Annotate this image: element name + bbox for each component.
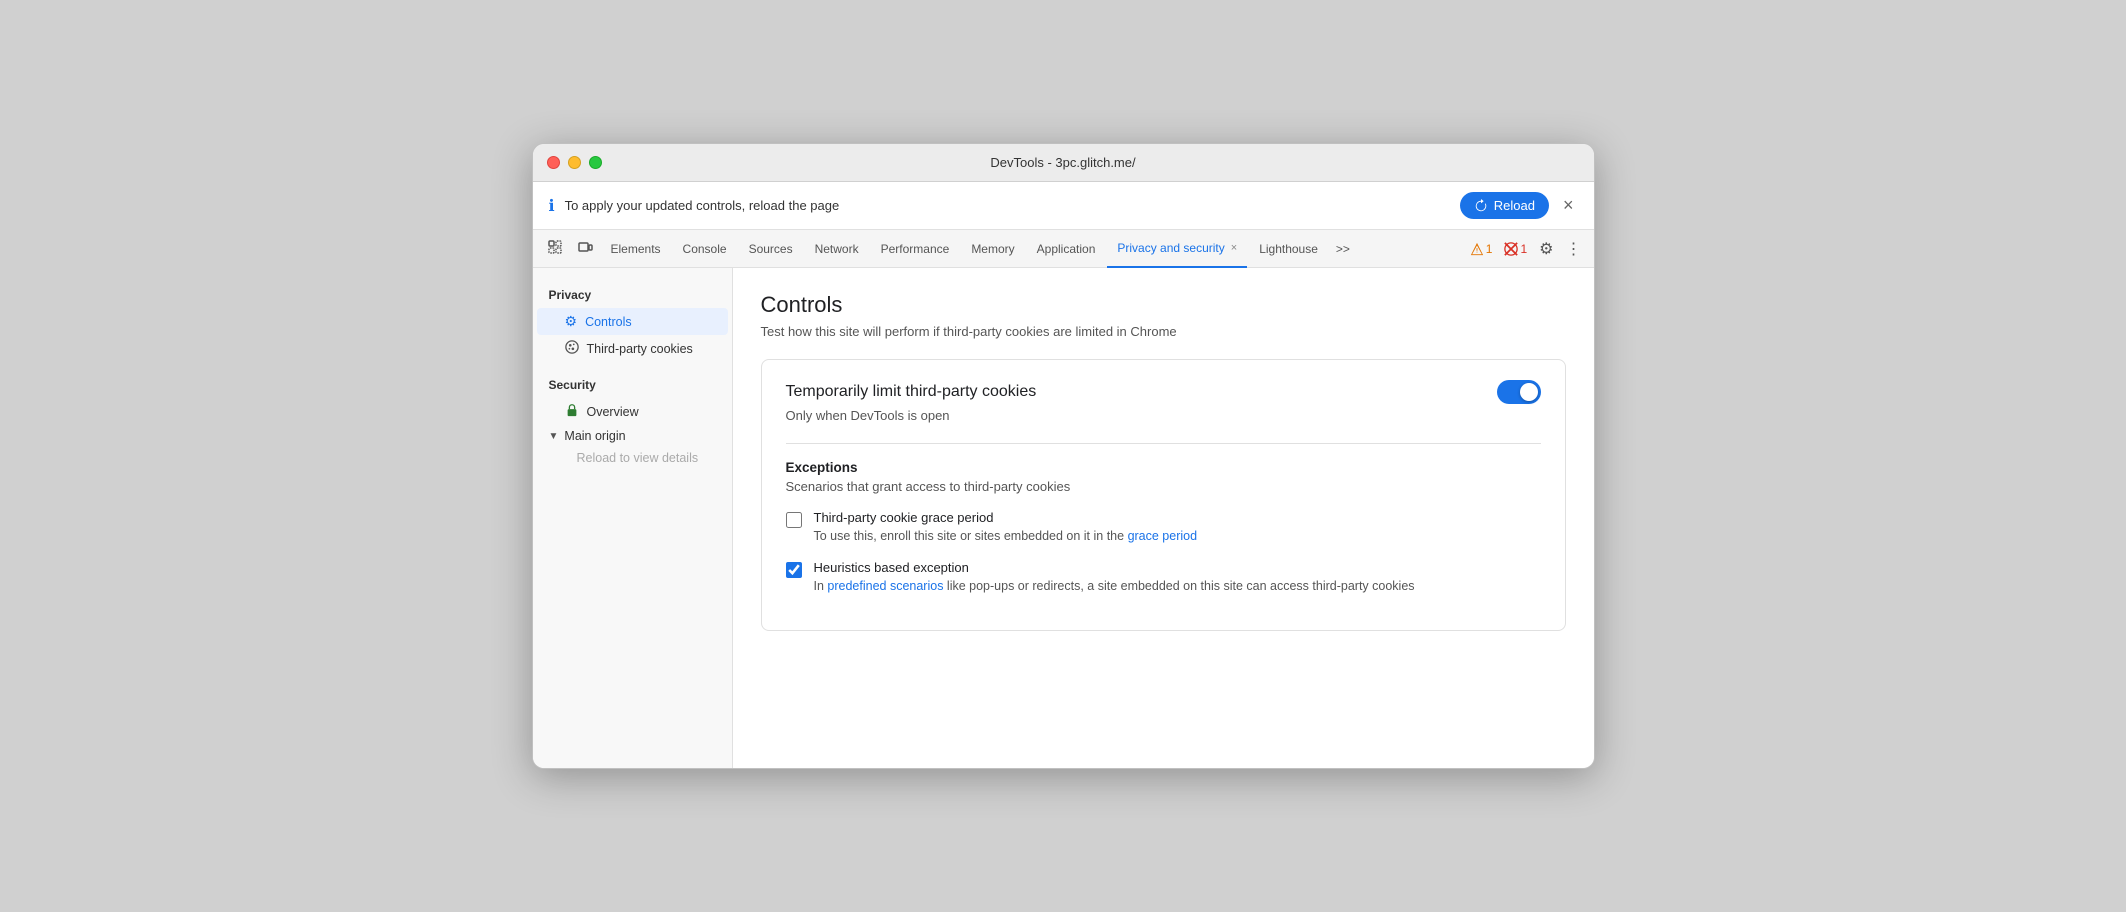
close-tab-icon[interactable]: × <box>1231 242 1237 254</box>
maximize-window-button[interactable] <box>589 156 602 169</box>
heuristics-content: Heuristics based exception In predefined… <box>814 560 1415 596</box>
tab-lighthouse-label: Lighthouse <box>1259 242 1318 256</box>
tab-bar-right: 1 1 ⚙ ⋮ <box>1466 235 1586 263</box>
sidebar-item-controls[interactable]: ⚙ Controls <box>537 308 728 335</box>
lock-icon <box>565 403 579 420</box>
tab-privacy-security-label: Privacy and security <box>1117 241 1224 255</box>
page-subtitle: Test how this site will perform if third… <box>761 324 1566 339</box>
info-icon: ℹ <box>549 196 555 216</box>
settings-button[interactable]: ⚙ <box>1535 235 1557 263</box>
sidebar-item-controls-label: Controls <box>585 315 632 329</box>
sidebar-item-main-origin-label: Main origin <box>564 429 625 443</box>
grace-period-checkbox[interactable] <box>786 512 802 528</box>
select-element-button[interactable] <box>541 235 569 262</box>
tab-network-label: Network <box>815 242 859 256</box>
tab-memory[interactable]: Memory <box>961 230 1024 268</box>
page-title: Controls <box>761 292 1566 318</box>
exception-item-heuristics: Heuristics based exception In predefined… <box>786 560 1541 596</box>
reload-icon <box>1474 199 1488 213</box>
title-bar: DevTools - 3pc.glitch.me/ <box>533 144 1594 182</box>
tab-memory-label: Memory <box>971 242 1014 256</box>
sidebar-section-security: Security <box>533 374 732 396</box>
sidebar-item-overview[interactable]: Overview <box>533 398 732 425</box>
error-badge: 1 <box>1500 240 1531 258</box>
device-toggle-button[interactable] <box>571 235 599 262</box>
tab-application[interactable]: Application <box>1027 230 1106 268</box>
devtools-window: DevTools - 3pc.glitch.me/ ℹ To apply you… <box>532 143 1595 769</box>
tab-console-label: Console <box>683 242 727 256</box>
card-header: Temporarily limit third-party cookies <box>786 380 1541 404</box>
arrow-down-icon: ▼ <box>549 431 559 442</box>
heuristics-desc-after: like pop-ups or redirects, a site embedd… <box>943 579 1414 593</box>
tab-application-label: Application <box>1037 242 1096 256</box>
content-area: Controls Test how this site will perform… <box>733 268 1594 768</box>
reload-banner: ℹ To apply your updated controls, reload… <box>533 182 1594 230</box>
sidebar-item-third-party-cookies[interactable]: Third-party cookies <box>533 335 732 362</box>
close-window-button[interactable] <box>547 156 560 169</box>
limit-cookies-toggle[interactable] <box>1497 380 1541 404</box>
tab-elements-label: Elements <box>611 242 661 256</box>
warning-badge: 1 <box>1466 240 1497 258</box>
more-tabs-button[interactable]: >> <box>1330 238 1356 260</box>
grace-period-content: Third-party cookie grace period To use t… <box>814 510 1198 546</box>
tab-sources-label: Sources <box>749 242 793 256</box>
reload-to-view-label: Reload to view details <box>577 451 699 465</box>
tab-sources[interactable]: Sources <box>739 230 803 268</box>
heuristics-link[interactable]: predefined scenarios <box>827 579 943 593</box>
heuristics-desc-before: In <box>814 579 828 593</box>
tab-lighthouse[interactable]: Lighthouse <box>1249 230 1328 268</box>
error-count: 1 <box>1520 242 1527 256</box>
main-layout: Privacy ⚙ Controls Third-party cookies <box>533 268 1594 768</box>
grace-period-desc: To use this, enroll this site or sites e… <box>814 527 1198 546</box>
heuristics-title: Heuristics based exception <box>814 560 1415 575</box>
card-description: Only when DevTools is open <box>786 408 1541 423</box>
grace-period-link[interactable]: grace period <box>1128 529 1198 543</box>
reload-button-label: Reload <box>1494 198 1535 213</box>
banner-text: To apply your updated controls, reload t… <box>565 198 1450 213</box>
sidebar-item-reload-to-view: Reload to view details <box>533 447 732 469</box>
sidebar-item-overview-label: Overview <box>587 405 639 419</box>
tab-performance-label: Performance <box>881 242 950 256</box>
sidebar-section-privacy: Privacy <box>533 284 732 306</box>
banner-close-button[interactable]: × <box>1559 195 1578 216</box>
grace-period-title: Third-party cookie grace period <box>814 510 1198 525</box>
sidebar-item-main-origin[interactable]: ▼ Main origin <box>533 425 732 447</box>
traffic-lights <box>547 156 602 169</box>
sidebar: Privacy ⚙ Controls Third-party cookies <box>533 268 733 768</box>
cookie-icon <box>565 340 579 357</box>
tab-bar: Elements Console Sources Network Perform… <box>533 230 1594 268</box>
exception-item-grace-period: Third-party cookie grace period To use t… <box>786 510 1541 546</box>
tab-network[interactable]: Network <box>805 230 869 268</box>
sidebar-item-third-party-cookies-label: Third-party cookies <box>587 342 693 356</box>
heuristics-desc: In predefined scenarios like pop-ups or … <box>814 577 1415 596</box>
tab-privacy-security[interactable]: Privacy and security × <box>1107 230 1247 268</box>
minimize-window-button[interactable] <box>568 156 581 169</box>
heuristics-checkbox[interactable] <box>786 562 802 578</box>
window-title: DevTools - 3pc.glitch.me/ <box>990 155 1135 170</box>
tab-console[interactable]: Console <box>673 230 737 268</box>
exceptions-section: Exceptions Scenarios that grant access t… <box>786 443 1541 596</box>
grace-period-desc-before: To use this, enroll this site or sites e… <box>814 529 1128 543</box>
exceptions-title: Exceptions <box>786 460 1541 475</box>
warning-count: 1 <box>1486 242 1493 256</box>
gear-icon: ⚙ <box>565 313 578 330</box>
exceptions-description: Scenarios that grant access to third-par… <box>786 479 1541 494</box>
tab-performance[interactable]: Performance <box>871 230 960 268</box>
reload-button[interactable]: Reload <box>1460 192 1549 219</box>
error-icon <box>1504 242 1518 256</box>
more-options-button[interactable]: ⋮ <box>1562 235 1586 263</box>
warning-icon <box>1470 242 1484 256</box>
tab-elements[interactable]: Elements <box>601 230 671 268</box>
card-title: Temporarily limit third-party cookies <box>786 383 1037 401</box>
controls-card: Temporarily limit third-party cookies On… <box>761 359 1566 631</box>
